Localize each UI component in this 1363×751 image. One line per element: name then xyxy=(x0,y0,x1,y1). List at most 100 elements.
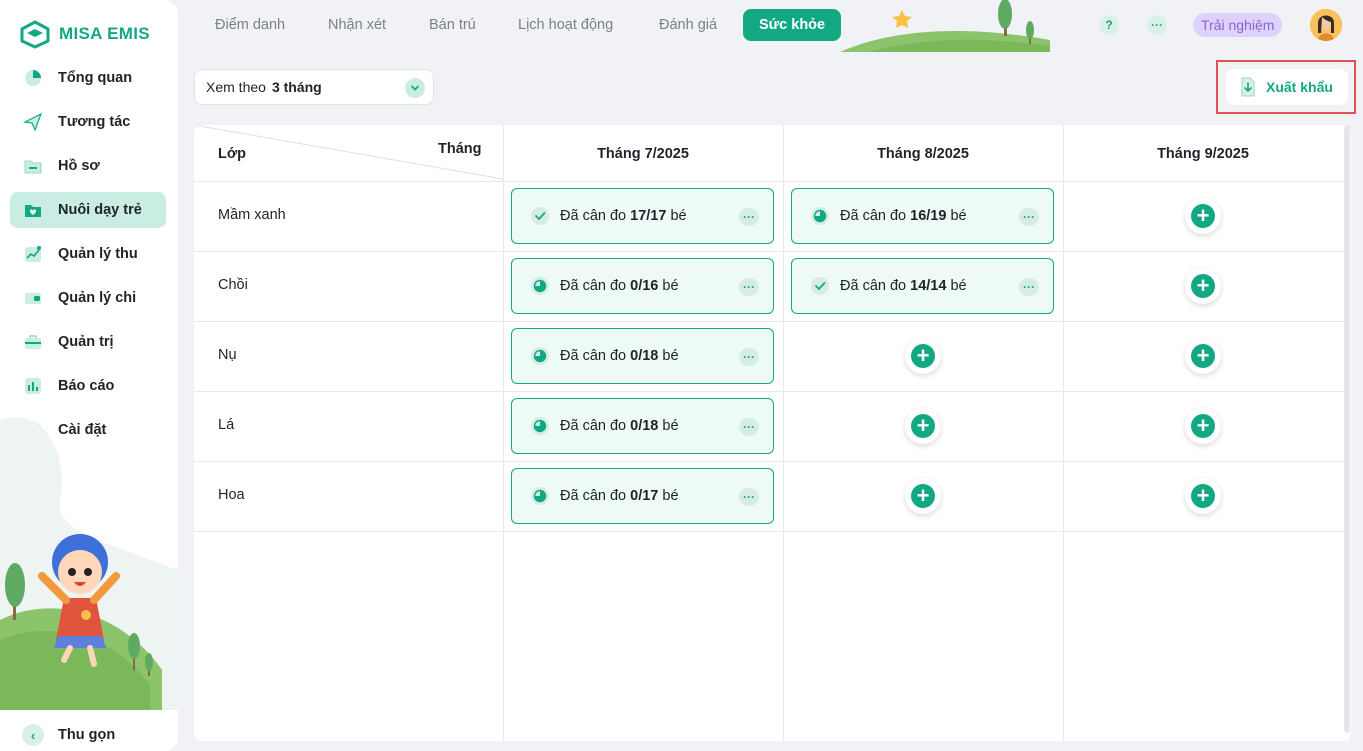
measurement-cell[interactable]: Đã cân đo 0/16 bé ··· xyxy=(511,258,774,314)
cell-text: Đã cân đo 0/16 bé xyxy=(560,278,679,294)
add-measurement-button[interactable]: + xyxy=(1185,408,1221,444)
sidebar-item-7[interactable]: Báo cáo xyxy=(10,368,166,404)
add-measurement-button[interactable]: + xyxy=(905,408,941,444)
collapse-button[interactable]: ‹ Thu gọn xyxy=(22,724,115,746)
check-icon xyxy=(810,276,830,296)
class-name: Nụ xyxy=(218,347,237,363)
measurement-cell[interactable]: Đã cân đo 14/14 bé ··· xyxy=(791,258,1054,314)
add-measurement-button[interactable]: + xyxy=(1185,268,1221,304)
health-table: Lớp Tháng Tháng 7/2025 Tháng 8/2025 Tháng … xyxy=(194,125,1351,741)
tab-danh-gia[interactable]: Đánh giá xyxy=(659,17,717,33)
chevron-left-icon: ‹ xyxy=(22,724,44,746)
sidebar-item-label: Báo cáo xyxy=(58,378,115,394)
bar-chart-icon xyxy=(22,375,44,397)
collapse-label: Thu gọn xyxy=(58,727,116,743)
cell-prefix: Đã cân đo xyxy=(560,488,627,504)
progress-icon xyxy=(810,206,830,226)
cell-suffix: bé xyxy=(662,348,679,364)
plus-icon: + xyxy=(1191,204,1215,228)
measurement-cell[interactable]: Đã cân đo 17/17 bé ··· xyxy=(511,188,774,244)
class-name: Chồi xyxy=(218,277,248,293)
tab-lich-hoat-dong[interactable]: Lịch hoạt động xyxy=(518,17,613,33)
more-options-icon[interactable]: ··· xyxy=(739,488,759,506)
measurement-cell[interactable]: Đã cân đo 0/18 bé ··· xyxy=(511,328,774,384)
cell-count: 16/19 xyxy=(910,208,947,224)
sidebar-item-1[interactable]: Tương tác xyxy=(10,104,166,140)
progress-icon xyxy=(530,346,550,366)
plus-icon: + xyxy=(911,344,935,368)
sidebar-item-label: Tương tác xyxy=(58,114,131,130)
period-filter[interactable]: Xem theo 3 tháng xyxy=(194,69,434,105)
add-measurement-button[interactable]: + xyxy=(1185,198,1221,234)
cell-count: 0/18 xyxy=(630,348,659,364)
sidebar-item-6[interactable]: Quản trị xyxy=(10,324,166,360)
export-label: Xuất khẩu xyxy=(1266,79,1333,95)
add-measurement-button[interactable]: + xyxy=(1185,338,1221,374)
cell-prefix: Đã cân đo xyxy=(560,418,627,434)
corner-month-header: Tháng xyxy=(438,141,482,157)
plus-icon: + xyxy=(911,484,935,508)
more-options-icon[interactable]: ··· xyxy=(739,278,759,296)
more-options-icon[interactable]: ··· xyxy=(1019,278,1039,296)
cell-count: 0/18 xyxy=(630,418,659,434)
sidebar-item-2[interactable]: Hồ sơ xyxy=(10,148,166,184)
cell-count: 17/17 xyxy=(630,208,667,224)
sidebar-item-4[interactable]: Quản lý thu xyxy=(10,236,166,272)
help-icon[interactable]: ? xyxy=(1099,15,1119,35)
sidebar-illustration xyxy=(0,417,178,710)
sidebar-item-0[interactable]: Tổng quan xyxy=(10,60,166,96)
brand-logo[interactable]: MISA EMIS xyxy=(18,19,150,49)
more-icon[interactable]: ··· xyxy=(1147,15,1167,35)
cell-text: Đã cân đo 0/18 bé xyxy=(560,418,679,434)
more-options-icon[interactable]: ··· xyxy=(739,208,759,226)
filter-value: 3 tháng xyxy=(271,79,322,95)
sidebar-item-3[interactable]: Nuôi dạy trẻ xyxy=(10,192,166,228)
progress-icon xyxy=(530,416,550,436)
class-name: Lá xyxy=(218,417,235,433)
cell-suffix: bé xyxy=(950,208,967,224)
measurement-cell[interactable]: Đã cân đo 0/17 bé ··· xyxy=(511,468,774,524)
add-measurement-button[interactable]: + xyxy=(905,338,941,374)
tab-suc-khoe[interactable]: Sức khỏe xyxy=(743,9,842,41)
cell-text: Đã cân đo 0/18 bé xyxy=(560,348,679,364)
wallet-icon xyxy=(22,287,44,309)
sidebar-item-label: Quản lý chi xyxy=(58,290,137,306)
more-options-icon[interactable]: ··· xyxy=(739,418,759,436)
month-header: Tháng 9/2025 xyxy=(1157,146,1249,162)
file-download-icon xyxy=(1241,77,1255,97)
plus-icon: + xyxy=(1191,414,1215,438)
sidebar-item-5[interactable]: Quản lý chi xyxy=(10,280,166,316)
folder-icon xyxy=(22,155,44,177)
avatar[interactable] xyxy=(1310,9,1342,41)
class-name: Hoa xyxy=(218,487,245,503)
header-decoration xyxy=(840,0,1050,52)
add-measurement-button[interactable]: + xyxy=(1185,478,1221,514)
sidebar: MISA EMIS Tổng quan Tương tác Hồ sơ Nuôi dạ… xyxy=(0,0,178,751)
cell-count: 0/17 xyxy=(630,488,659,504)
cell-prefix: Đã cân đo xyxy=(560,278,627,294)
cell-text: Đã cân đo 0/17 bé xyxy=(560,488,679,504)
scrollbar[interactable] xyxy=(1344,125,1350,733)
progress-icon xyxy=(530,486,550,506)
tab-nhan-xet[interactable]: Nhận xét xyxy=(328,17,386,33)
cell-count: 0/16 xyxy=(630,278,659,294)
tab-ban-tru[interactable]: Bán trú xyxy=(429,17,476,33)
plus-icon: + xyxy=(1191,274,1215,298)
export-button[interactable]: Xuất khẩu xyxy=(1226,69,1348,105)
add-measurement-button[interactable]: + xyxy=(905,478,941,514)
cell-suffix: bé xyxy=(662,278,679,294)
more-options-icon[interactable]: ··· xyxy=(739,348,759,366)
cell-suffix: bé xyxy=(662,488,679,504)
sidebar-item-label: Hồ sơ xyxy=(58,158,100,174)
measurement-cell[interactable]: Đã cân đo 0/18 bé ··· xyxy=(511,398,774,454)
misa-logo-icon xyxy=(20,20,50,49)
cell-text: Đã cân đo 17/17 bé xyxy=(560,208,687,224)
trial-badge[interactable]: Trải nghiệm xyxy=(1193,13,1283,37)
plus-icon: + xyxy=(1191,484,1215,508)
cell-prefix: Đã cân đo xyxy=(560,348,627,364)
measurement-cell[interactable]: Đã cân đo 16/19 bé ··· xyxy=(791,188,1054,244)
top-bar: Điểm danh Nhận xét Bán trú Lịch hoạt độn… xyxy=(178,0,1363,52)
tab-diem-danh[interactable]: Điểm danh xyxy=(215,17,285,33)
cell-suffix: bé xyxy=(670,208,687,224)
more-options-icon[interactable]: ··· xyxy=(1019,208,1039,226)
